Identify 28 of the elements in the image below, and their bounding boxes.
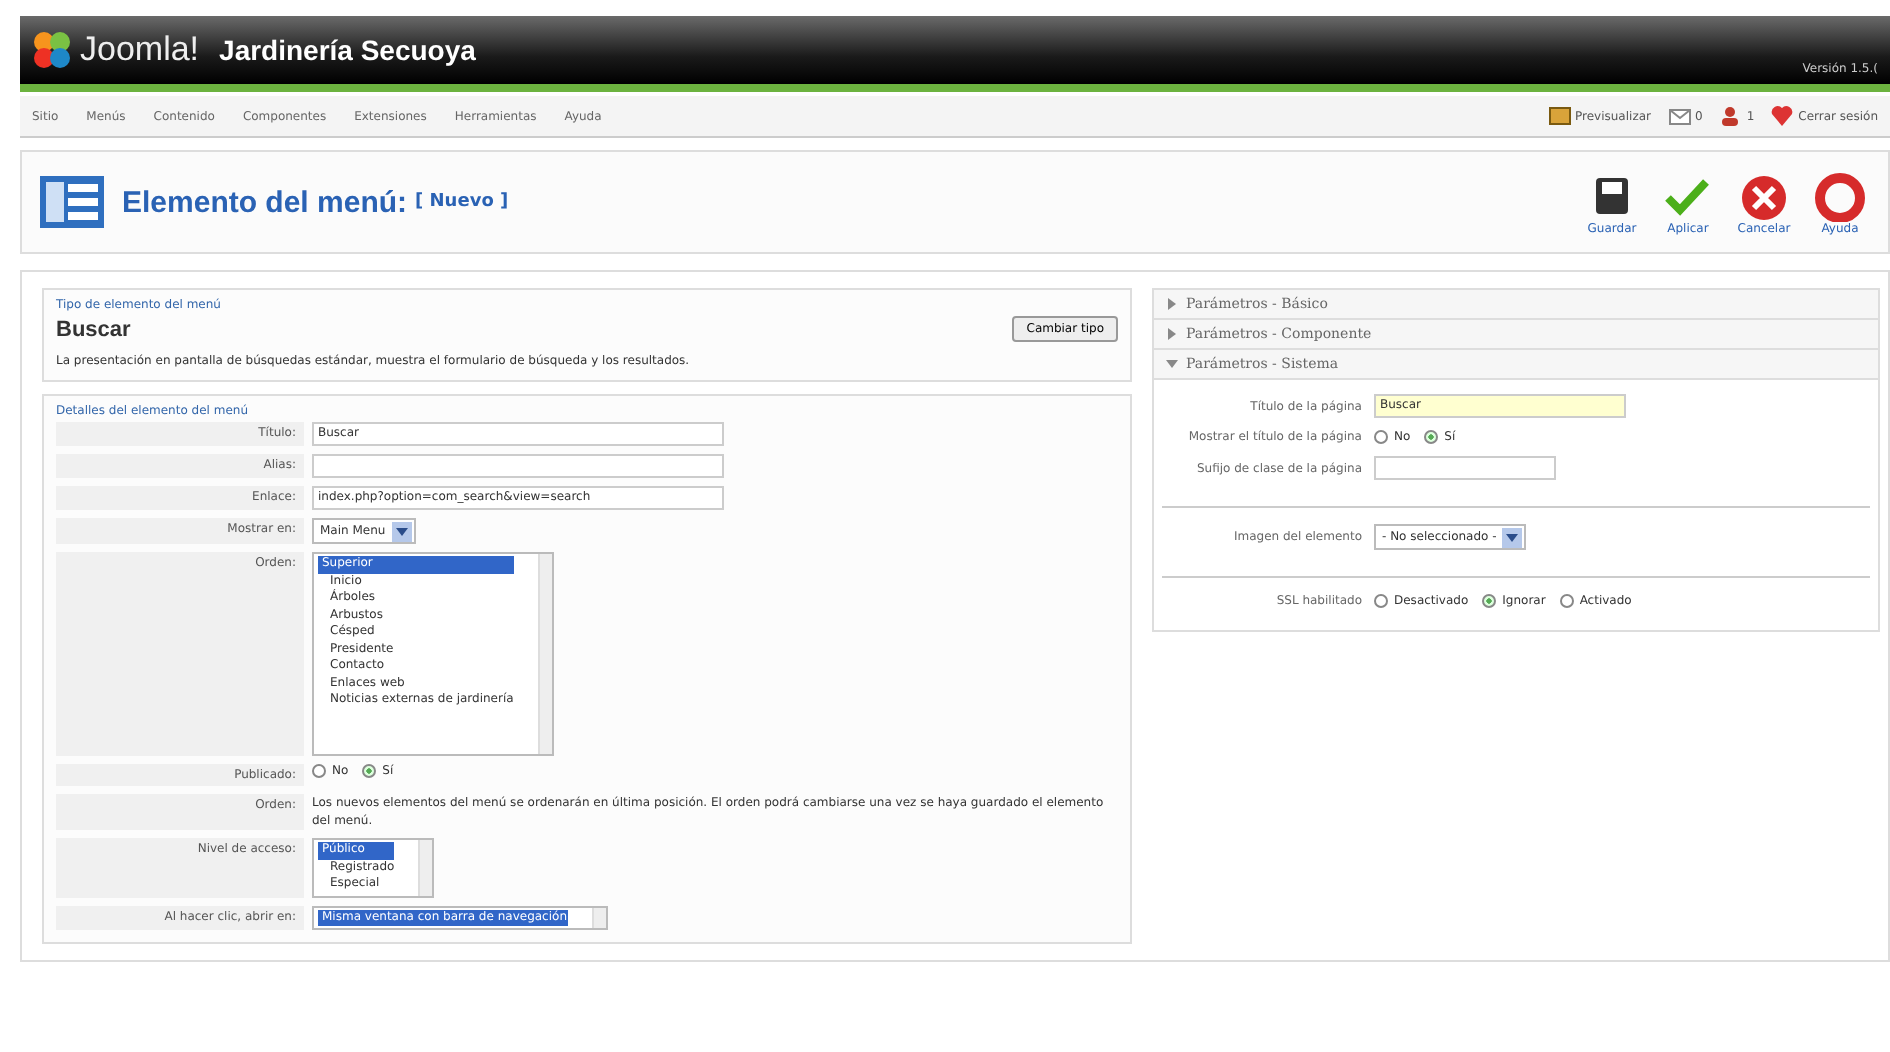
radio-button[interactable] xyxy=(312,764,326,778)
scrollbar[interactable] xyxy=(418,840,433,895)
chevron-right-icon xyxy=(1166,328,1178,340)
heart-icon xyxy=(1770,104,1795,128)
radio-button[interactable] xyxy=(1482,594,1497,608)
type-name: Buscar xyxy=(56,317,131,341)
radio-button[interactable] xyxy=(362,764,377,778)
chevron-right-icon xyxy=(1166,298,1178,310)
page-subtitle: [ Nuevo ] xyxy=(415,192,509,212)
page-title: Elemento del menú: xyxy=(122,185,408,219)
help-ring-icon xyxy=(1812,169,1868,221)
text-field[interactable] xyxy=(1374,456,1556,480)
envelope-icon xyxy=(1667,104,1691,128)
site-name: Jardinería Secuoya xyxy=(219,34,476,66)
users-icon xyxy=(1718,104,1743,128)
radio-button[interactable] xyxy=(1374,430,1388,444)
logo-text: Joomla! xyxy=(80,30,200,70)
scrollbar[interactable] xyxy=(591,907,605,928)
radio-button[interactable] xyxy=(1559,594,1574,608)
dropdown-arrow-icon xyxy=(391,521,412,541)
flower-logo-icon xyxy=(32,30,72,70)
scrollbar[interactable] xyxy=(537,554,552,754)
radio-button[interactable] xyxy=(1424,430,1439,444)
radio-button[interactable] xyxy=(1374,594,1388,608)
text-field[interactable] xyxy=(312,454,724,478)
chevron-down-icon xyxy=(1166,358,1178,370)
menu-list-icon xyxy=(38,174,106,230)
dropdown-arrow-icon xyxy=(1502,527,1523,547)
